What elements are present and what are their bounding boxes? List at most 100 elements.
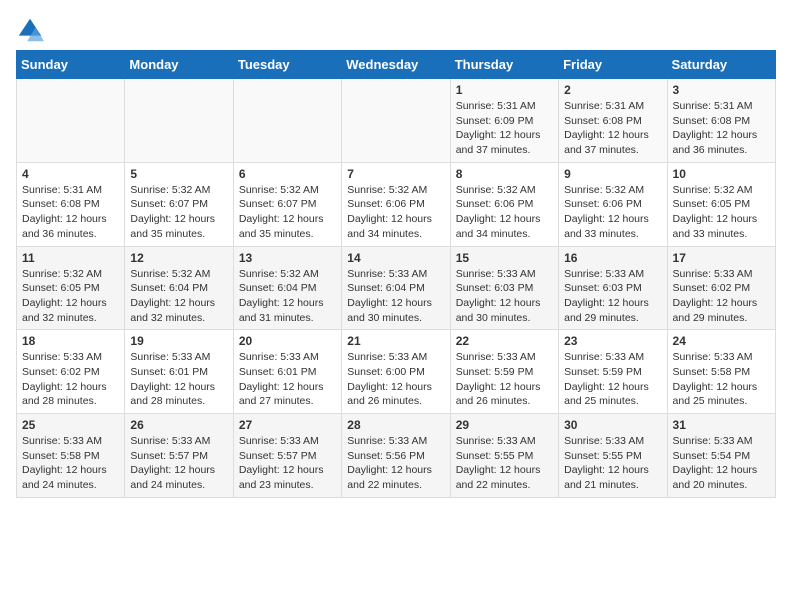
calendar-cell: 23Sunrise: 5:33 AMSunset: 5:59 PMDayligh…: [559, 330, 667, 414]
day-info-line: Sunset: 6:02 PM: [673, 281, 770, 296]
day-info-line: Daylight: 12 hours: [22, 296, 119, 311]
day-info-line: Daylight: 12 hours: [130, 212, 227, 227]
day-info-line: Sunrise: 5:33 AM: [564, 267, 661, 282]
day-info-line: and 28 minutes.: [22, 394, 119, 409]
calendar-cell: 8Sunrise: 5:32 AMSunset: 6:06 PMDaylight…: [450, 162, 558, 246]
day-info-line: Sunset: 5:57 PM: [239, 449, 336, 464]
day-info-line: Sunrise: 5:32 AM: [347, 183, 444, 198]
day-number: 18: [22, 334, 119, 348]
day-info-line: Daylight: 12 hours: [673, 212, 770, 227]
calendar-cell: 26Sunrise: 5:33 AMSunset: 5:57 PMDayligh…: [125, 414, 233, 498]
day-info-line: Daylight: 12 hours: [456, 463, 553, 478]
day-info-line: Sunrise: 5:31 AM: [456, 99, 553, 114]
day-info-line: Sunset: 6:04 PM: [130, 281, 227, 296]
day-info-line: Daylight: 12 hours: [347, 463, 444, 478]
weekday-header: Wednesday: [342, 51, 450, 79]
day-info-line: Daylight: 12 hours: [22, 380, 119, 395]
day-info-line: Sunrise: 5:33 AM: [673, 267, 770, 282]
day-info-line: Sunrise: 5:33 AM: [564, 350, 661, 365]
day-info-line: and 23 minutes.: [239, 478, 336, 493]
calendar-cell: 9Sunrise: 5:32 AMSunset: 6:06 PMDaylight…: [559, 162, 667, 246]
day-number: 7: [347, 167, 444, 181]
day-info-line: and 36 minutes.: [22, 227, 119, 242]
day-info-line: Sunrise: 5:33 AM: [22, 434, 119, 449]
page-header: [16, 16, 776, 44]
day-info-line: Sunrise: 5:32 AM: [22, 267, 119, 282]
day-number: 1: [456, 83, 553, 97]
calendar-cell: 13Sunrise: 5:32 AMSunset: 6:04 PMDayligh…: [233, 246, 341, 330]
calendar-cell: 24Sunrise: 5:33 AMSunset: 5:58 PMDayligh…: [667, 330, 775, 414]
calendar-table: SundayMondayTuesdayWednesdayThursdayFrid…: [16, 50, 776, 498]
day-info-line: Daylight: 12 hours: [347, 380, 444, 395]
day-info-line: Sunrise: 5:33 AM: [564, 434, 661, 449]
day-number: 31: [673, 418, 770, 432]
day-info-line: Daylight: 12 hours: [456, 212, 553, 227]
day-info-line: Sunrise: 5:33 AM: [456, 434, 553, 449]
day-number: 19: [130, 334, 227, 348]
day-number: 22: [456, 334, 553, 348]
calendar-cell: 1 Sunrise: 5:31 AMSunset: 6:09 PMDaylight…: [450, 79, 558, 163]
day-info-line: Sunset: 6:06 PM: [456, 197, 553, 212]
day-info-line: Sunset: 6:08 PM: [673, 114, 770, 129]
day-info-line: and 29 minutes.: [564, 311, 661, 326]
calendar-cell: 10Sunrise: 5:32 AMSunset: 6:05 PMDayligh…: [667, 162, 775, 246]
day-info-line: and 32 minutes.: [22, 311, 119, 326]
day-info-line: Sunset: 5:54 PM: [673, 449, 770, 464]
day-info-line: and 32 minutes.: [130, 311, 227, 326]
day-number: 6: [239, 167, 336, 181]
day-info-line: Daylight: 12 hours: [239, 212, 336, 227]
day-info-line: Sunrise: 5:33 AM: [456, 267, 553, 282]
day-info-line: Sunrise: 5:32 AM: [130, 183, 227, 198]
day-number: 16: [564, 251, 661, 265]
day-info-line: Sunset: 5:59 PM: [564, 365, 661, 380]
day-number: 29: [456, 418, 553, 432]
weekday-header: Tuesday: [233, 51, 341, 79]
day-number: 15: [456, 251, 553, 265]
day-info-line: Sunrise: 5:31 AM: [22, 183, 119, 198]
day-number: 14: [347, 251, 444, 265]
day-info-line: and 22 minutes.: [456, 478, 553, 493]
day-info-line: and 30 minutes.: [347, 311, 444, 326]
day-info-line: Sunrise: 5:32 AM: [564, 183, 661, 198]
day-number: 30: [564, 418, 661, 432]
calendar-cell: 11Sunrise: 5:32 AMSunset: 6:05 PMDayligh…: [17, 246, 125, 330]
day-info-line: and 24 minutes.: [130, 478, 227, 493]
day-info-line: and 33 minutes.: [673, 227, 770, 242]
day-number: 9: [564, 167, 661, 181]
day-info-line: Sunrise: 5:33 AM: [130, 434, 227, 449]
day-info-line: Sunrise: 5:33 AM: [456, 350, 553, 365]
day-info-line: Daylight: 12 hours: [22, 212, 119, 227]
day-number: 17: [673, 251, 770, 265]
calendar-cell: 12Sunrise: 5:32 AMSunset: 6:04 PMDayligh…: [125, 246, 233, 330]
day-number: 27: [239, 418, 336, 432]
day-info-line: Sunset: 6:05 PM: [22, 281, 119, 296]
weekday-header: Friday: [559, 51, 667, 79]
day-info-line: and 24 minutes.: [22, 478, 119, 493]
calendar-week-row: 4Sunrise: 5:31 AMSunset: 6:08 PMDaylight…: [17, 162, 776, 246]
calendar-cell: [342, 79, 450, 163]
day-info-line: Sunset: 6:09 PM: [456, 114, 553, 129]
day-info-line: Daylight: 12 hours: [673, 463, 770, 478]
day-number: 20: [239, 334, 336, 348]
day-info-line: Sunrise: 5:33 AM: [22, 350, 119, 365]
calendar-cell: [17, 79, 125, 163]
day-info-line: and 34 minutes.: [347, 227, 444, 242]
calendar-cell: 6Sunrise: 5:32 AMSunset: 6:07 PMDaylight…: [233, 162, 341, 246]
day-number: 24: [673, 334, 770, 348]
day-info-line: Sunset: 6:06 PM: [564, 197, 661, 212]
day-info-line: Daylight: 12 hours: [22, 463, 119, 478]
day-number: 10: [673, 167, 770, 181]
day-info-line: Daylight: 12 hours: [130, 380, 227, 395]
day-info-line: Sunset: 5:58 PM: [22, 449, 119, 464]
day-info-line: Sunset: 5:56 PM: [347, 449, 444, 464]
day-info-line: Sunrise: 5:31 AM: [673, 99, 770, 114]
calendar-week-row: 11Sunrise: 5:32 AMSunset: 6:05 PMDayligh…: [17, 246, 776, 330]
day-info-line: Daylight: 12 hours: [456, 128, 553, 143]
day-info-line: Sunrise: 5:32 AM: [456, 183, 553, 198]
calendar-cell: 5Sunrise: 5:32 AMSunset: 6:07 PMDaylight…: [125, 162, 233, 246]
calendar-cell: 3Sunrise: 5:31 AMSunset: 6:08 PMDaylight…: [667, 79, 775, 163]
calendar-cell: 25Sunrise: 5:33 AMSunset: 5:58 PMDayligh…: [17, 414, 125, 498]
day-number: 2: [564, 83, 661, 97]
day-info-line: and 36 minutes.: [673, 143, 770, 158]
day-info-line: Daylight: 12 hours: [130, 296, 227, 311]
